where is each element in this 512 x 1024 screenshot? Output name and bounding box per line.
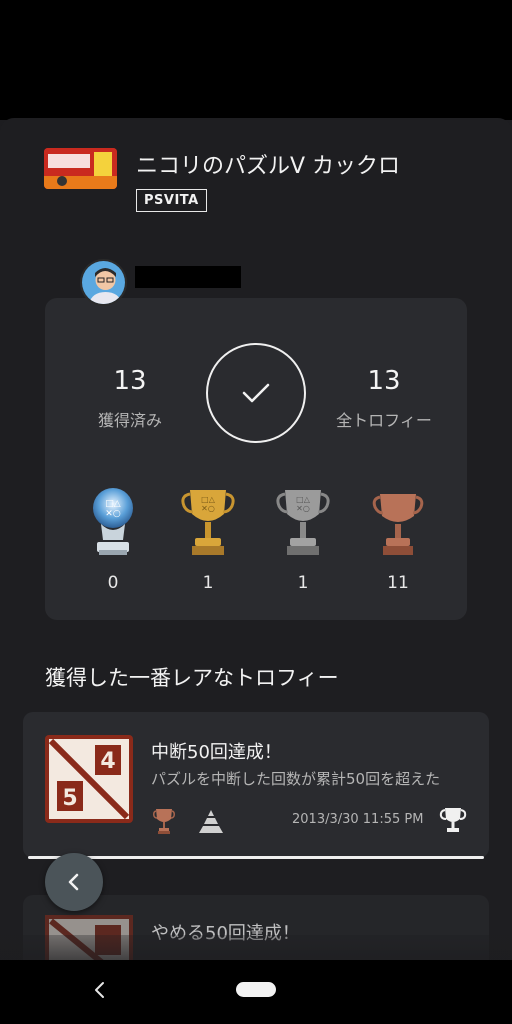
pyramid-icon [199,810,223,833]
bronze-grade-icon [153,809,175,834]
svg-text:✕○: ✕○ [105,509,121,519]
system-home-pill[interactable] [236,982,276,997]
trophy-earned-icon [439,808,467,832]
total-label: 全トロフィー [336,411,432,430]
platinum-trophy-icon: □△ ✕○ [93,488,133,555]
svg-text:✕○: ✕○ [296,504,310,513]
earned-label: 獲得済み [97,411,162,430]
silver-count: 1 [297,573,309,593]
game-title: ニコリのパズルV カックロ [136,154,401,179]
chevron-left-icon [95,982,104,998]
completion-ring [206,343,306,443]
status-bar-area [0,0,512,120]
game-thumbnail [44,148,117,189]
gold-trophy-icon: □△ ✕○ [181,490,235,555]
svg-text:4: 4 [100,749,115,774]
earned-count: 13 [113,366,147,396]
back-button[interactable] [45,853,103,911]
chevron-left-icon [68,873,79,891]
platinum-count: 0 [107,573,119,593]
svg-text:✕○: ✕○ [201,504,215,513]
earned-date: 2013/3/30 11:55 PM [292,812,424,827]
rarest-section-title: 獲得した一番レアなトロフィー [45,666,339,690]
svg-text:□△: □△ [201,495,216,504]
avatar[interactable] [80,259,127,306]
silver-trophy-icon: □△ ✕○ [276,490,330,555]
bronze-trophy-icon [372,494,424,555]
svg-text:□△: □△ [105,499,121,509]
trophy-thumbnail: 4 5 [45,735,133,823]
checkmark-icon [242,383,270,403]
trophy-name: 中断50回達成！ [151,742,282,763]
gold-count: 1 [202,573,214,593]
card-focus-underline [28,856,484,859]
bronze-count: 11 [387,573,409,593]
trophy-description: パズルを中断した回数が累計50回を超えた [151,770,441,788]
svg-text:5: 5 [62,786,77,811]
svg-text:□△: □△ [296,495,311,504]
total-count: 13 [367,366,401,396]
platform-badge: PSVITA [136,189,207,212]
system-back-button[interactable] [88,976,112,1004]
username-redacted [135,266,241,288]
